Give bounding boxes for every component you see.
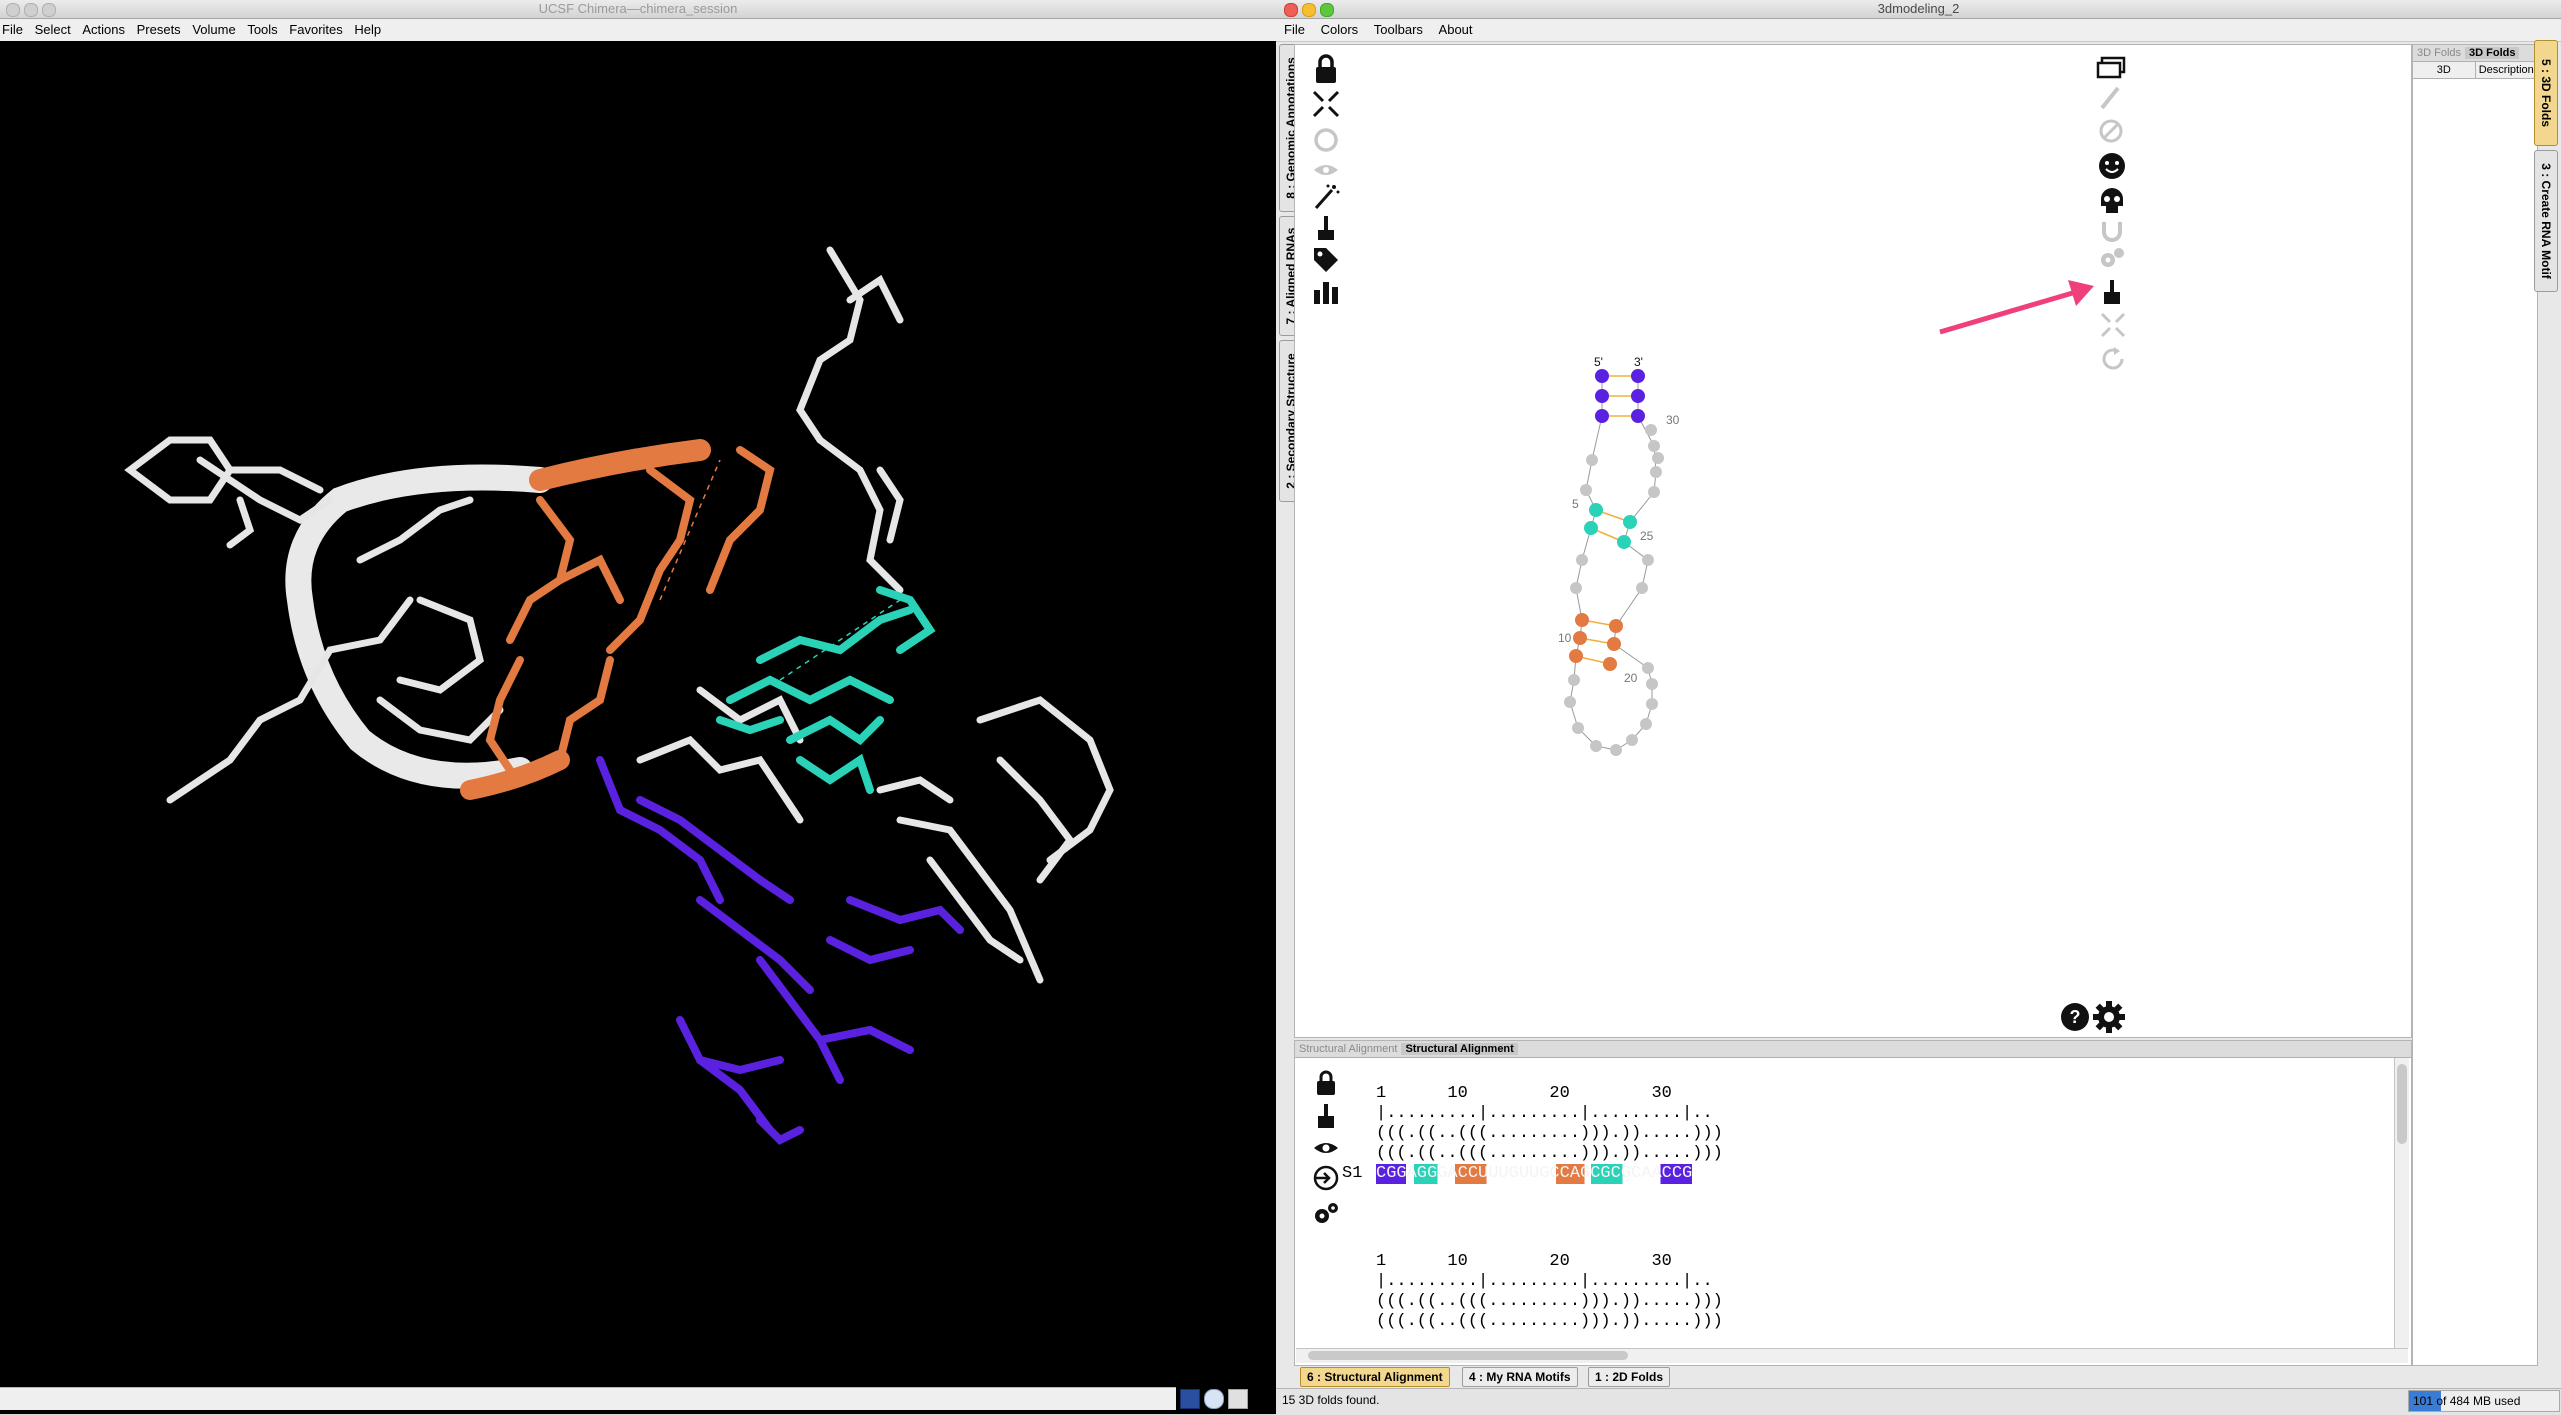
shrink-icon[interactable] [1312, 90, 1340, 118]
memory-indicator: 101 of 484 MB used [2408, 1390, 2560, 1412]
layers-icon[interactable] [2096, 56, 2126, 80]
menu-file[interactable]: File [2, 22, 27, 37]
label-25: 25 [1640, 529, 1654, 543]
alignment-ruler: 1 10 20 30 [1376, 1252, 1672, 1271]
tab-structural-alignment[interactable]: Structural Alignment [1401, 1043, 1518, 1055]
alignment-bracket-1: (((.((..(((.........))).)).....))) [1376, 1292, 1723, 1311]
command-line[interactable] [0, 1387, 1176, 1410]
tab-create-rna-motif[interactable]: 3 : Create RNA Motif [2534, 150, 2558, 292]
pencil-icon[interactable] [2098, 84, 2124, 112]
structure-canvas[interactable] [1294, 44, 2412, 1038]
zoom-button[interactable] [42, 3, 56, 17]
modeling-menubar: File Colors Toolbars About [1276, 19, 2561, 42]
menu-about[interactable]: About [1433, 22, 1479, 37]
label-30: 30 [1666, 413, 1680, 427]
magnet-icon[interactable] [2100, 220, 2124, 244]
menu-colors[interactable]: Colors [1315, 22, 1365, 37]
alignment-ruler: 1 10 20 30 [1376, 1084, 1672, 1103]
magic-wand-icon[interactable] [1312, 184, 1340, 210]
gears-icon[interactable] [2098, 246, 2126, 272]
label-10: 10 [1558, 631, 1572, 645]
menu-presets[interactable]: Presets [133, 22, 185, 37]
bar-chart-icon[interactable] [1312, 278, 1340, 306]
menu-volume[interactable]: Volume [188, 22, 239, 37]
status-text: 15 3D folds found. [1282, 1393, 1380, 1407]
tab-3d-folds-side[interactable]: 5 : 3D Folds [2534, 40, 2558, 146]
search-icon[interactable] [1228, 1389, 1248, 1409]
lock-icon[interactable] [1314, 1070, 1338, 1096]
eye-icon[interactable] [1312, 1138, 1340, 1158]
chimera-title: UCSF Chimera—chimera_session [538, 1, 738, 16]
menu-tools[interactable]: Tools [243, 22, 281, 37]
alignment-block-1: 1 10 20 30 |.........|.........|........… [1342, 1084, 1723, 1184]
lock-icon[interactable] [1312, 54, 1340, 84]
block-icon[interactable] [2098, 118, 2124, 144]
skull-icon[interactable] [2098, 186, 2126, 216]
menu-file[interactable]: File [1278, 22, 1311, 37]
minimize-button[interactable] [24, 3, 38, 17]
sequence[interactable]: CGGAGGGACCUUUGUUGCCAGCGCGCAACCG [1376, 1164, 1693, 1184]
svg-text:?: ? [2070, 1007, 2081, 1027]
modeling-title: 3dmodeling_2 [1877, 1, 1960, 16]
alignment-vscrollbar[interactable] [2394, 1058, 2409, 1348]
status-bar: 15 3D folds found. [1276, 1388, 2561, 1415]
paintbrush-icon[interactable] [1312, 214, 1340, 242]
alignment-bracket-1: (((.((..(((.........))).)).....))) [1376, 1124, 1723, 1143]
chimera-titlebar: UCSF Chimera—chimera_session [0, 0, 1276, 19]
alignment-ghost-tab[interactable]: Structural Alignment [1295, 1043, 1401, 1055]
command-icon[interactable] [1180, 1389, 1200, 1409]
settings-icon[interactable] [2092, 1000, 2126, 1034]
label-5prime: 5' [1594, 355, 1603, 369]
label-5: 5 [1572, 497, 1579, 511]
menu-toolbars[interactable]: Toolbars [1368, 22, 1429, 37]
close-button[interactable] [6, 3, 20, 17]
eye-icon[interactable] [1312, 160, 1340, 180]
help-icon[interactable]: ? [2060, 1002, 2090, 1032]
alignment-panel-header: Structural Alignment Structural Alignment [1295, 1041, 2411, 1058]
chimera-window: UCSF Chimera—chimera_session File Select… [0, 0, 1276, 1414]
minimize-button[interactable] [1302, 3, 1316, 17]
alignment-ticks: |.........|.........|.........|.. [1376, 1104, 1713, 1123]
menu-actions[interactable]: Actions [78, 22, 129, 37]
alignment-bracket-2: (((.((..(((.........))).)).....))) [1376, 1312, 1723, 1331]
alignment-hscrollbar[interactable] [1296, 1348, 2408, 1363]
alignment-seq-row: S1 CGGAGGGACCUUUGUUGCCAGCGCGCAACCG [1342, 1164, 1723, 1184]
tag-icon[interactable] [1312, 246, 1340, 274]
chimera-menubar: File Select Actions Presets Volume Tools… [0, 19, 1276, 42]
login-icon[interactable] [1312, 1164, 1340, 1192]
pointer-arrow [1939, 280, 2094, 335]
seq-label: S1 [1342, 1164, 1363, 1183]
paintbrush-icon[interactable] [1314, 1102, 1338, 1130]
label-20: 20 [1624, 671, 1638, 685]
tab-2d-folds[interactable]: 1 : 2D Folds [1588, 1367, 1671, 1387]
alignment-ticks: |.........|.........|.........|.. [1376, 1272, 1713, 1291]
shrink-icon[interactable] [2100, 312, 2126, 338]
refresh-icon[interactable] [1312, 126, 1340, 154]
modeling-titlebar: 3dmodeling_2 [1276, 0, 2561, 19]
menu-favorites[interactable]: Favorites [285, 22, 346, 37]
alignment-bracket-2: (((.((..(((.........))).)).....))) [1376, 1144, 1723, 1163]
smiley-icon[interactable] [2098, 152, 2126, 180]
modeling-window: 3dmodeling_2 File Colors Toolbars About … [1276, 0, 2561, 1415]
gears-icon[interactable] [1312, 1200, 1340, 1228]
alignment-block-2: 1 10 20 30 |.........|.........|........… [1342, 1252, 1723, 1332]
close-button[interactable] [1284, 3, 1298, 17]
refresh-icon[interactable] [2100, 346, 2126, 372]
molecule-viewport[interactable] [0, 41, 1276, 1381]
menu-select[interactable]: Select [31, 22, 75, 37]
menu-help[interactable]: Help [350, 22, 385, 37]
zoom-button[interactable] [1320, 3, 1334, 17]
paintbrush-icon[interactable] [2100, 278, 2124, 306]
tab-structural-alignment-bottom[interactable]: 6 : Structural Alignment [1300, 1367, 1450, 1387]
info-icon[interactable] [1204, 1389, 1224, 1409]
label-3prime: 3' [1634, 355, 1643, 369]
rna-structure[interactable]: 5' 3' 30 5 25 10 20 [1556, 350, 1756, 770]
tab-my-rna-motifs[interactable]: 4 : My RNA Motifs [1462, 1367, 1578, 1387]
